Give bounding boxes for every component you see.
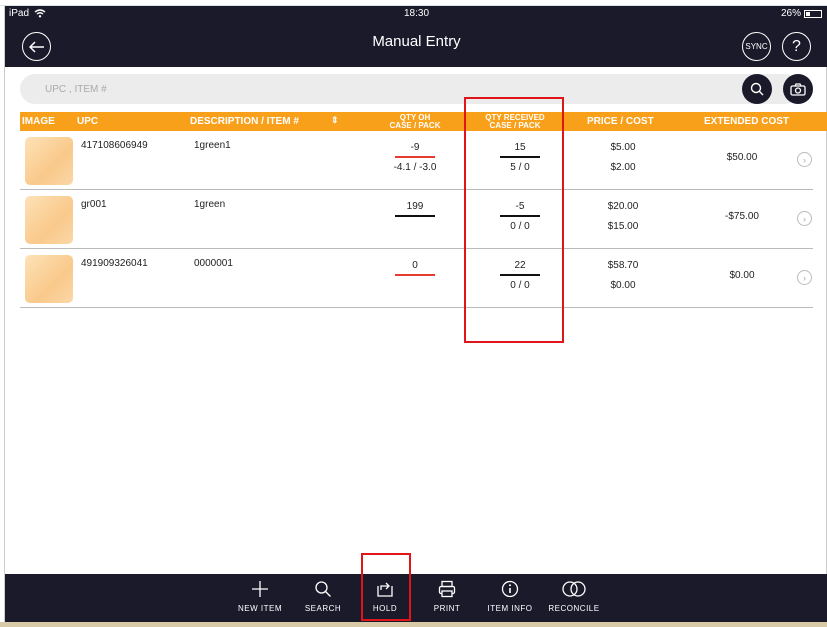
- item-thumbnail: [25, 137, 73, 185]
- column-extended-cost: EXTENDED COST: [704, 116, 790, 127]
- search-icon: [315, 581, 331, 597]
- row-price: $20.00: [607, 201, 639, 212]
- chevron-right-icon[interactable]: ›: [797, 152, 812, 167]
- bottom-toolbar: NEW ITEM SEARCH HOLD PRINT ITEM INFO REC…: [5, 574, 827, 625]
- qty-received-highlight-box: [464, 97, 564, 343]
- column-description[interactable]: DESCRIPTION / ITEM #: [190, 112, 299, 131]
- search-tool-button[interactable]: SEARCH: [293, 578, 353, 613]
- help-button[interactable]: ?: [782, 32, 811, 61]
- column-qty-oh: QTY OH CASE / PACK: [389, 112, 441, 130]
- row-description: 1green: [194, 199, 226, 210]
- row-description: 1green1: [194, 140, 231, 151]
- camera-button[interactable]: [783, 74, 813, 104]
- column-image: IMAGE: [22, 116, 55, 127]
- status-battery: 26%: [781, 8, 822, 19]
- qty-oh-value[interactable]: 0: [395, 260, 435, 271]
- ipad-app-window: iPad 18:30 26% Manual Entry SYNC ? UPC ,…: [4, 6, 827, 625]
- search-button[interactable]: [742, 74, 772, 104]
- reconcile-label: RECONCILE: [548, 604, 600, 613]
- row-upc: gr001: [81, 199, 107, 210]
- item-info-button[interactable]: ITEM INFO: [480, 578, 540, 613]
- row-cost: $2.00: [610, 162, 636, 173]
- row-price: $58.70: [607, 260, 639, 271]
- table-row[interactable]: gr001 1green 199 -5 0 / 0 $20.00 $15.00 …: [20, 191, 813, 249]
- qty-oh-underline: [395, 215, 435, 217]
- reconcile-icon: [562, 581, 586, 597]
- row-description: 0000001: [194, 258, 233, 269]
- new-item-button[interactable]: NEW ITEM: [230, 578, 290, 613]
- bottom-strip: [0, 622, 827, 627]
- row-cost: $15.00: [607, 221, 639, 232]
- sort-icon[interactable]: ⇕: [331, 115, 339, 126]
- printer-icon: [438, 580, 456, 598]
- battery-icon: [804, 9, 822, 18]
- chevron-right-icon[interactable]: ›: [797, 211, 812, 226]
- status-time: 18:30: [403, 8, 430, 19]
- app-header: iPad 18:30 26% Manual Entry SYNC ?: [5, 6, 827, 67]
- row-cost: $0.00: [610, 280, 636, 291]
- row-price: $5.00: [610, 142, 636, 153]
- qty-oh-case-pack: -4.1 / -3.0: [393, 162, 437, 173]
- qty-oh-value[interactable]: 199: [395, 201, 435, 212]
- row-upc: 417108606949: [81, 140, 148, 151]
- column-upc[interactable]: UPC: [77, 112, 98, 131]
- table-header: IMAGE UPC DESCRIPTION / ITEM # ⇕ QTY OH …: [20, 112, 827, 131]
- qty-oh-value[interactable]: -9: [395, 142, 435, 153]
- sync-button[interactable]: SYNC: [742, 32, 771, 61]
- hold-highlight-box: [361, 553, 411, 621]
- table-row[interactable]: 491909326041 0000001 0 22 0 / 0 $58.70 $…: [20, 250, 813, 308]
- row-extended-cost: -$75.00: [725, 211, 759, 222]
- row-upc: 491909326041: [81, 258, 148, 269]
- new-item-label: NEW ITEM: [238, 604, 282, 613]
- print-button[interactable]: PRINT: [417, 578, 477, 613]
- search-bar: [20, 74, 813, 104]
- page-title: Manual Entry: [372, 33, 461, 50]
- reconcile-button[interactable]: RECONCILE: [544, 578, 604, 613]
- plus-icon: [252, 581, 268, 597]
- qty-oh-underline: [395, 156, 435, 158]
- info-icon: [501, 580, 519, 598]
- row-extended-cost: $50.00: [726, 152, 758, 163]
- search-input[interactable]: [20, 74, 800, 104]
- search-tool-label: SEARCH: [304, 604, 342, 613]
- item-thumbnail: [25, 196, 73, 244]
- row-extended-cost: $0.00: [729, 270, 755, 281]
- item-thumbnail: [25, 255, 73, 303]
- column-price-cost: PRICE / COST: [587, 116, 654, 127]
- item-info-label: ITEM INFO: [487, 604, 533, 613]
- camera-icon: [790, 82, 806, 96]
- chevron-right-icon[interactable]: ›: [797, 270, 812, 285]
- print-label: PRINT: [433, 604, 461, 613]
- qty-oh-underline: [395, 274, 435, 276]
- table-row[interactable]: 417108606949 1green1 -9 -4.1 / -3.0 15 5…: [20, 132, 813, 190]
- search-icon: [750, 82, 764, 96]
